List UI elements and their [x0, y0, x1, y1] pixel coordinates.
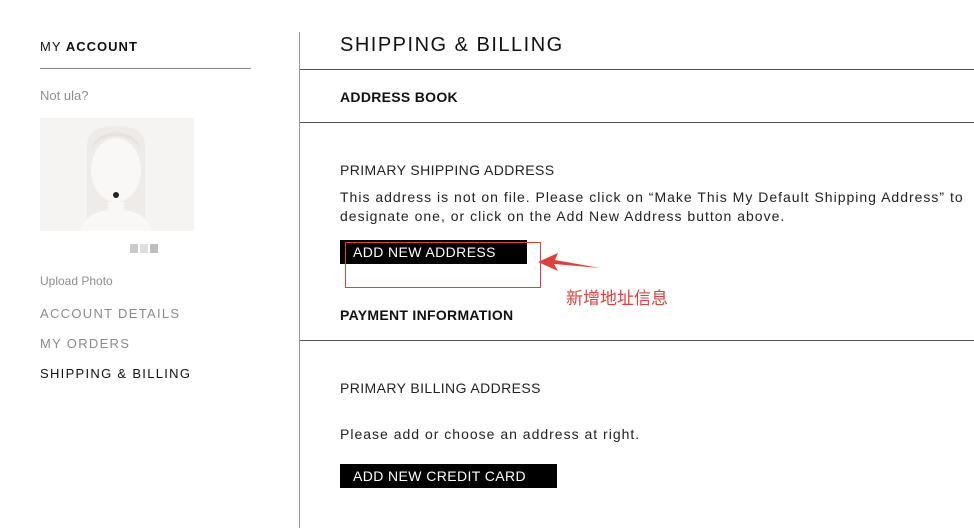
- avatar-name-redacted: [130, 240, 160, 253]
- account-page: MY ACCOUNT Not ula? Upload Photo ACCOUNT…: [0, 0, 974, 528]
- sidebar-item-shipping-billing[interactable]: SHIPPING & BILLING: [40, 366, 191, 381]
- primary-shipping-label: PRIMARY SHIPPING ADDRESS: [340, 162, 555, 178]
- sidebar-item-my-orders[interactable]: MY ORDERS: [40, 336, 130, 351]
- not-user-link[interactable]: Not ula?: [40, 88, 88, 103]
- sidebar-heading-prefix: MY: [40, 39, 62, 54]
- annotation-highlight-box: [345, 242, 541, 288]
- add-new-credit-card-button[interactable]: ADD NEW CREDIT CARD: [340, 464, 557, 488]
- account-sidebar: MY ACCOUNT Not ula? Upload Photo ACCOUNT…: [0, 0, 299, 528]
- title-divider: [300, 69, 974, 70]
- upload-photo-link[interactable]: Upload Photo: [40, 274, 113, 288]
- address-book-heading: ADDRESS BOOK: [340, 89, 458, 105]
- sidebar-item-account-details[interactable]: ACCOUNT DETAILS: [40, 306, 180, 321]
- billing-address-notice: Please add or choose an address at right…: [340, 426, 641, 442]
- avatar[interactable]: [40, 118, 194, 231]
- payment-divider: [300, 340, 974, 341]
- page-title: SHIPPING & BILLING: [340, 34, 564, 56]
- annotation-label: 新增地址信息: [566, 289, 668, 309]
- shipping-address-notice: This address is not on file. Please clic…: [340, 189, 964, 224]
- sidebar-divider: [40, 68, 251, 69]
- sidebar-heading: MY ACCOUNT: [40, 39, 138, 54]
- sidebar-vertical-divider: [299, 32, 300, 528]
- primary-billing-label: PRIMARY BILLING ADDRESS: [340, 380, 541, 396]
- payment-information-heading: PAYMENT INFORMATION: [340, 307, 514, 323]
- avatar-placeholder-icon: [80, 126, 152, 231]
- sidebar-heading-strong: ACCOUNT: [65, 39, 138, 54]
- annotation-arrow-icon: [538, 253, 600, 271]
- address-book-divider: [300, 122, 974, 123]
